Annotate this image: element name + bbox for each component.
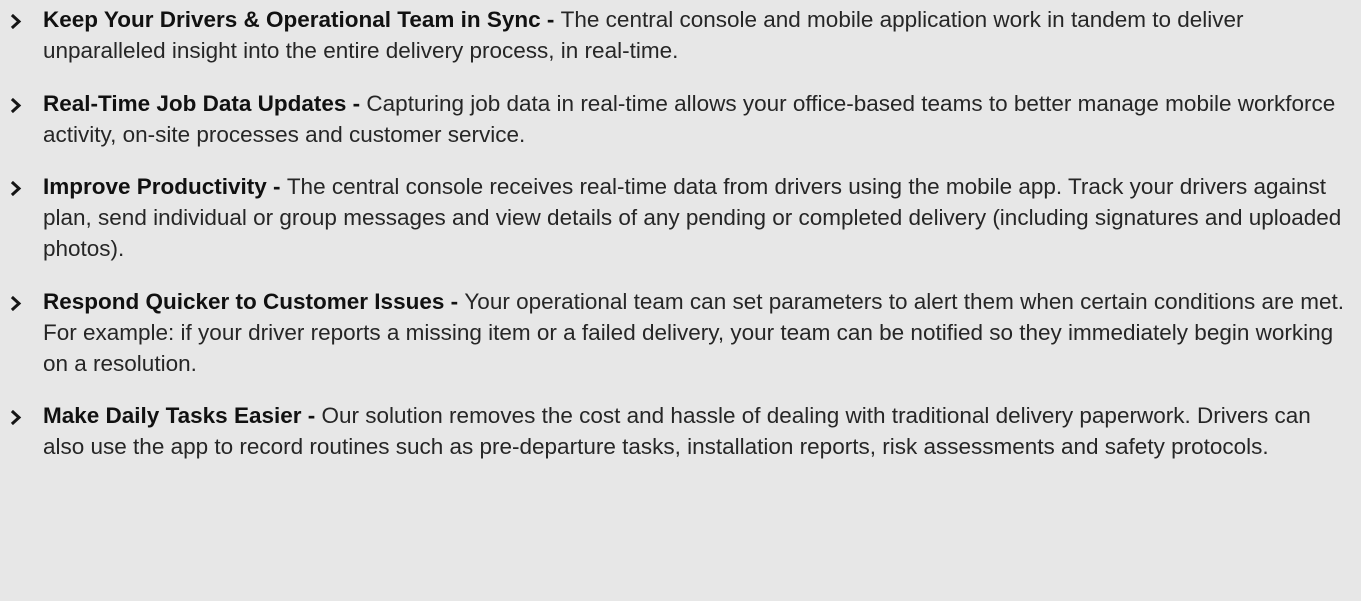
feature-title: Keep Your Drivers & Operational Team in …	[43, 7, 561, 32]
feature-item-customer-issues: Respond Quicker to Customer Issues - You…	[0, 286, 1361, 379]
chevron-right-icon	[10, 14, 23, 29]
feature-title: Real-Time Job Data Updates -	[43, 90, 367, 116]
feature-list: Keep Your Drivers & Operational Team in …	[0, 4, 1361, 462]
feature-item-realtime-updates: Real-Time Job Data Updates - Capturing j…	[0, 88, 1361, 150]
chevron-right-icon	[10, 410, 23, 425]
feature-title: Respond Quicker to Customer Issues -	[43, 288, 465, 314]
chevron-right-icon	[10, 97, 23, 113]
feature-title: Make Daily Tasks Easier -	[43, 403, 322, 428]
chevron-right-icon	[10, 295, 23, 311]
chevron-right-icon	[10, 181, 23, 196]
feature-title: Improve Productivity -	[43, 174, 287, 199]
feature-item-productivity: Improve Productivity - The central conso…	[0, 171, 1361, 264]
feature-item-sync: Keep Your Drivers & Operational Team in …	[0, 4, 1361, 66]
feature-item-daily-tasks: Make Daily Tasks Easier - Our solution r…	[0, 400, 1361, 462]
